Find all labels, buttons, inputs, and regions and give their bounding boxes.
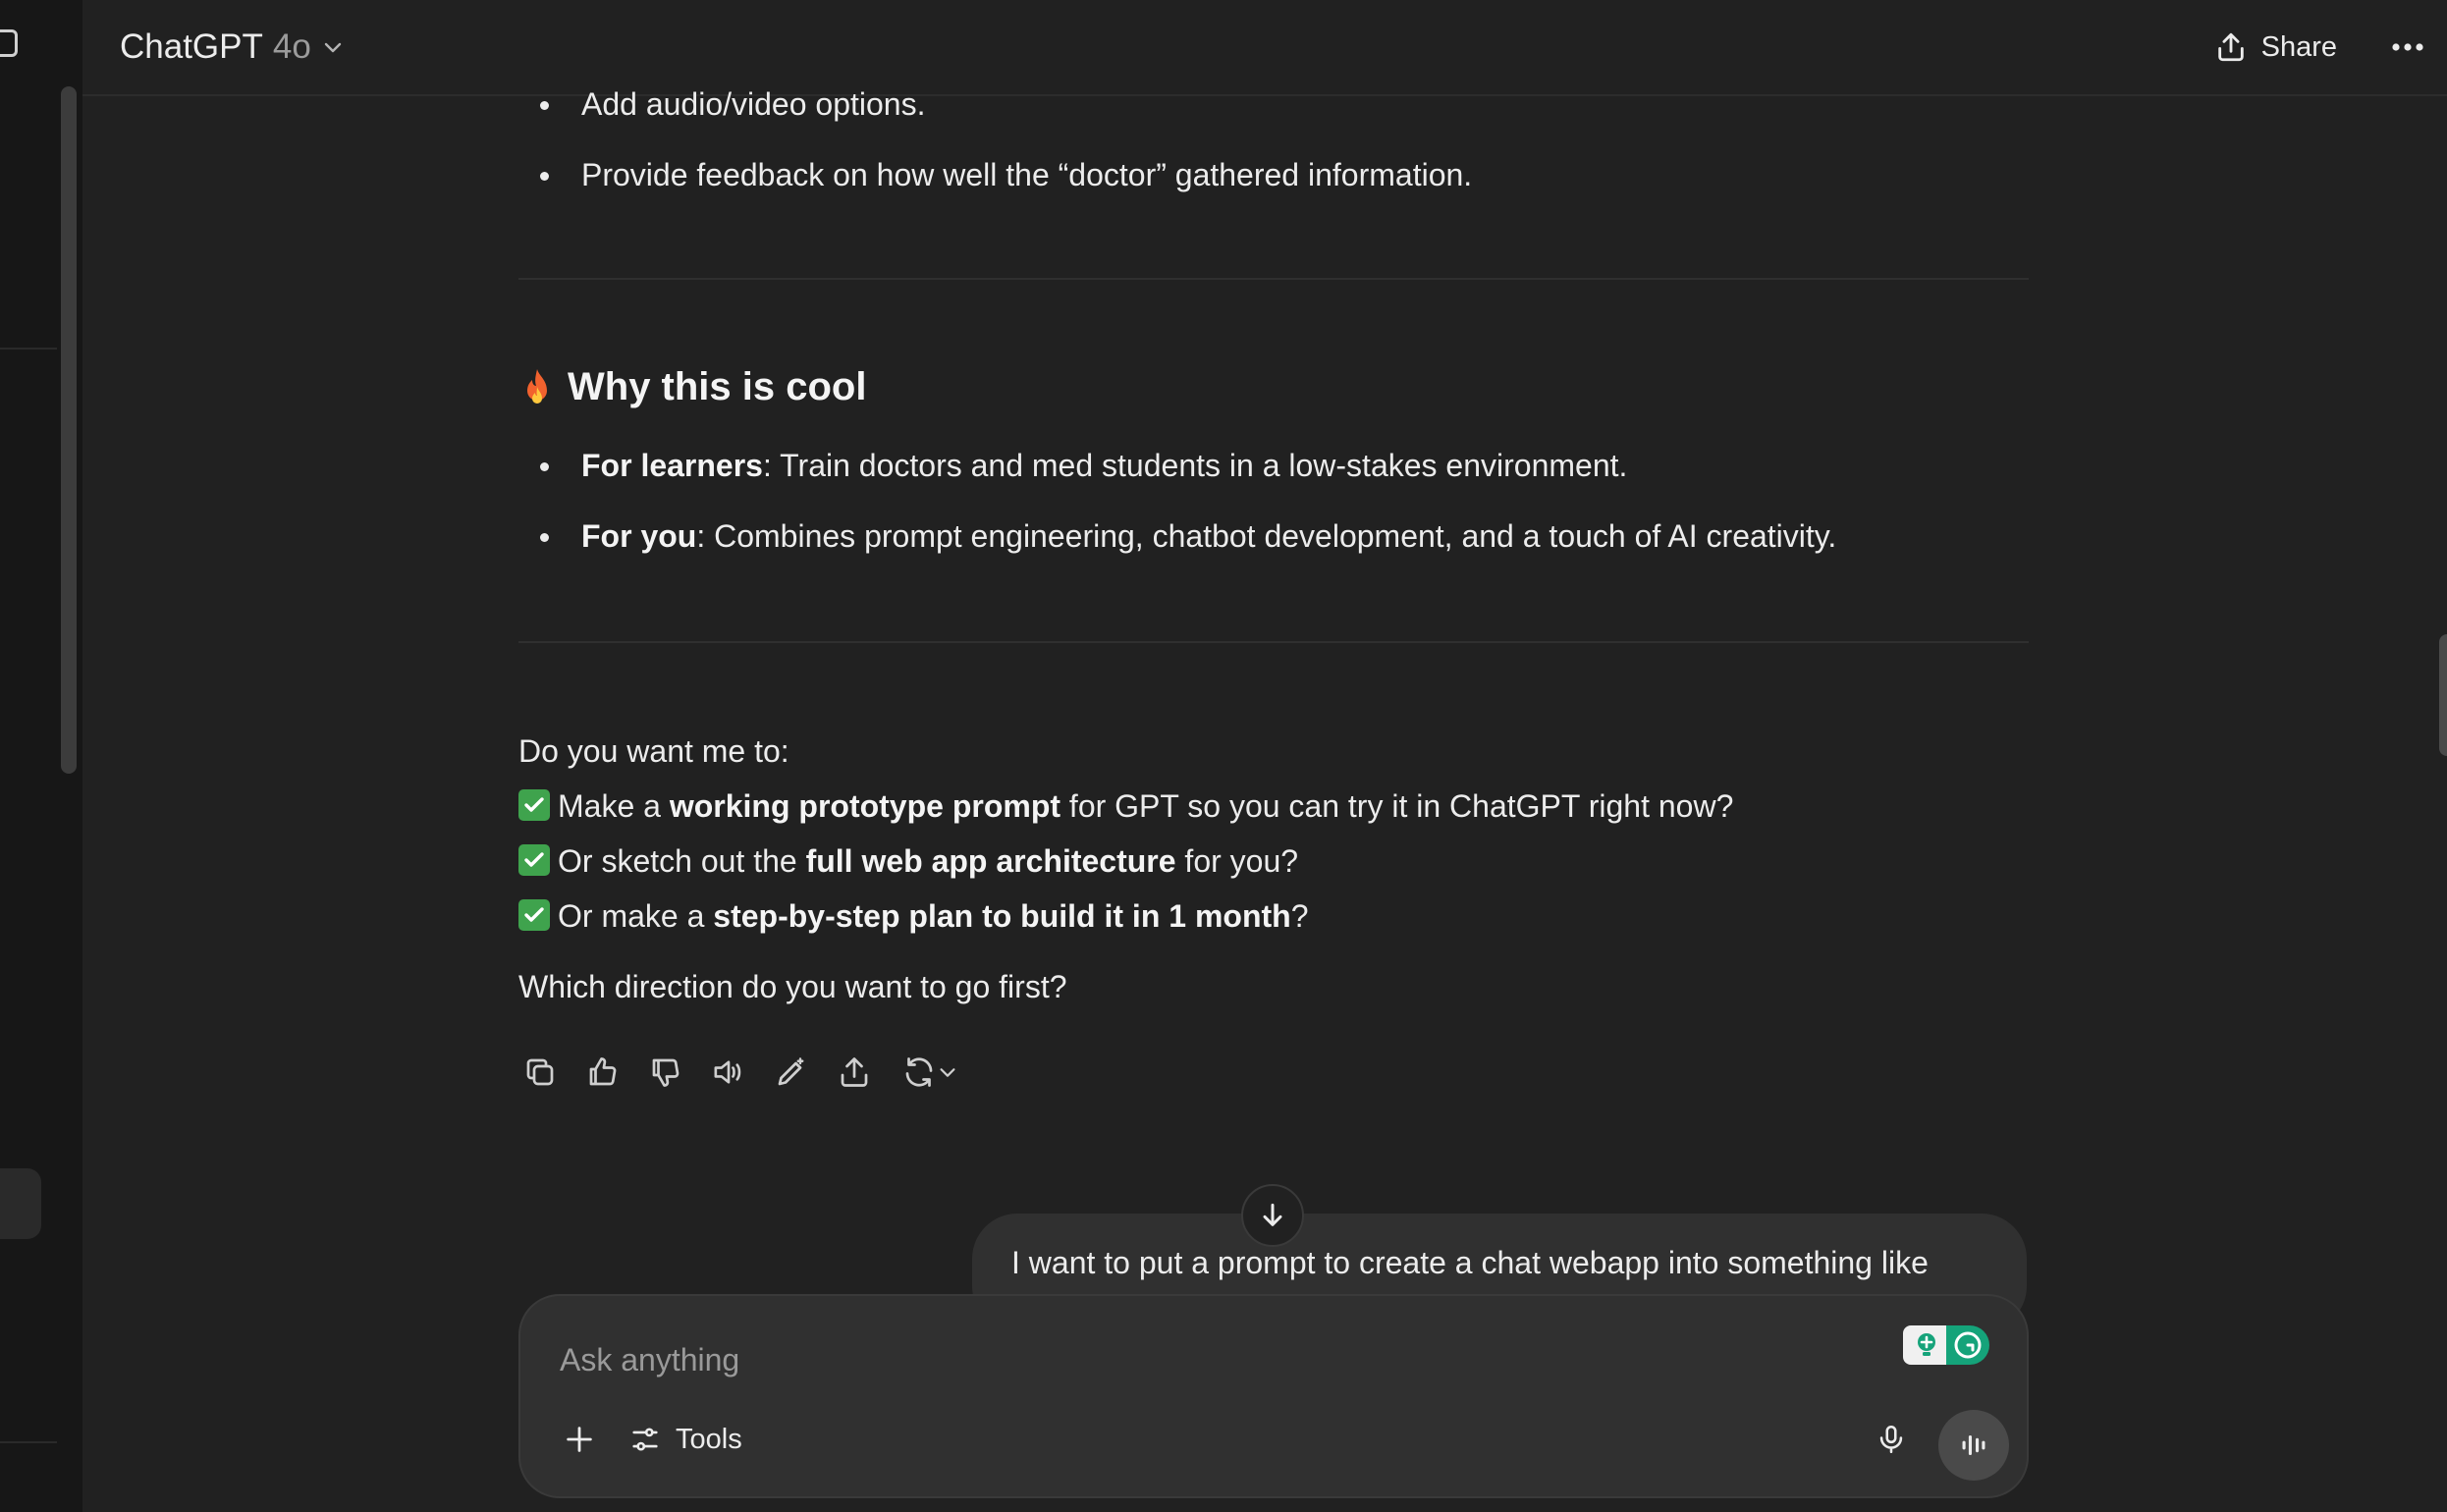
sidebar-active-item[interactable] <box>0 1168 41 1239</box>
thumbs-down-icon <box>652 1058 680 1087</box>
plus-icon <box>567 1427 592 1452</box>
list-item-bold: For you <box>581 518 697 554</box>
microphone-icon <box>1879 1425 1903 1454</box>
sidebar-divider <box>0 348 57 350</box>
sidebar-scrollbar[interactable] <box>61 86 77 774</box>
check-mark-icon <box>518 844 550 876</box>
cool-list: For learners: Train doctors and med stud… <box>518 444 1836 558</box>
option-bold: full web app architecture <box>805 843 1176 879</box>
divider <box>518 641 2029 643</box>
ellipsis-icon <box>2392 43 2423 51</box>
list-item-text: : Combines prompt engineering, chatbot d… <box>696 518 1837 554</box>
lightbulb-icon <box>1903 1325 1950 1365</box>
grammarly-icon <box>1946 1325 1989 1365</box>
grammarly-widget[interactable] <box>1903 1325 1989 1365</box>
arrow-down-icon <box>1263 1203 1282 1226</box>
share-icon <box>2217 32 2244 62</box>
share-label: Share <box>2260 30 2337 63</box>
copy-button[interactable] <box>518 1051 562 1094</box>
chatgpt-app: ChatGPT 4o Share Add audio/video options… <box>0 0 2447 1512</box>
thumbs-up-icon <box>589 1057 617 1086</box>
option-text: ? <box>1290 898 1309 934</box>
list-item: Add audio/video options. <box>518 82 1472 126</box>
tools-button[interactable]: Tools <box>619 1412 752 1467</box>
model-version: 4o <box>272 27 311 66</box>
scroll-to-bottom-button[interactable] <box>1241 1184 1304 1247</box>
divider <box>518 278 2029 280</box>
prompt-input[interactable] <box>560 1335 1836 1384</box>
question-intro: Do you want me to: <box>518 733 789 769</box>
option-text: for GPT so you can try it in ChatGPT rig… <box>1060 788 1734 824</box>
thumbs-down-button[interactable] <box>644 1051 687 1094</box>
option-bold: working prototype prompt <box>669 788 1061 824</box>
edit-in-canvas-button[interactable] <box>770 1051 813 1094</box>
header-actions: Share <box>2193 20 2447 75</box>
option-text: Or make a <box>558 898 714 934</box>
tools-label: Tools <box>676 1423 742 1455</box>
check-mark-icon <box>518 899 550 931</box>
list-item: Provide feedback on how well the “doctor… <box>518 153 1472 196</box>
waveform-icon <box>1962 1434 1985 1456</box>
chevron-down-icon <box>940 1068 955 1077</box>
model-name: ChatGPT <box>120 27 263 66</box>
sidebar <box>0 0 82 1512</box>
section-heading: Why this is cool <box>518 365 866 409</box>
option-line: Make a working prototype prompt for GPT … <box>518 784 1733 828</box>
share-message-button[interactable] <box>833 1051 876 1094</box>
dictate-button[interactable] <box>1864 1412 1919 1467</box>
check-mark-icon <box>518 789 550 821</box>
fire-icon <box>527 368 547 404</box>
section-heading-text: Why this is cool <box>568 365 867 408</box>
more-options-button[interactable] <box>2380 20 2435 75</box>
sidebar-toggle-icon[interactable] <box>0 29 18 57</box>
read-aloud-button[interactable] <box>707 1051 750 1094</box>
user-message-text: I want to put a prompt to create a chat … <box>1011 1245 1929 1280</box>
voice-mode-button[interactable] <box>1938 1410 2009 1481</box>
closing-question: Which direction do you want to go first? <box>518 969 1067 1004</box>
canvas-resize-handle[interactable] <box>2439 634 2447 756</box>
option-bold: step-by-step plan to build it in 1 month <box>713 898 1291 934</box>
pencil-sparkle-icon <box>778 1057 804 1086</box>
sliders-icon <box>632 1428 658 1451</box>
option-text: Make a <box>558 788 670 824</box>
copy-icon <box>526 1058 554 1086</box>
list-item-text: : Train doctors and med students in a lo… <box>762 448 1628 483</box>
message-actions <box>518 1051 964 1094</box>
speaker-icon <box>714 1060 741 1084</box>
feature-list: Add audio/video options. Provide feedbac… <box>518 82 1472 196</box>
model-selector[interactable]: ChatGPT 4o <box>120 24 345 71</box>
refresh-icon <box>905 1057 933 1087</box>
share-button[interactable]: Share <box>2193 20 2359 75</box>
chevron-down-icon <box>324 42 342 53</box>
add-attachment-button[interactable] <box>552 1412 607 1467</box>
regenerate-button[interactable] <box>896 1051 964 1094</box>
list-item: For you: Combines prompt engineering, ch… <box>518 514 1836 558</box>
option-text: Or sketch out the <box>558 843 806 879</box>
list-item: For learners: Train doctors and med stud… <box>518 444 1836 487</box>
option-line: Or make a step-by-step plan to build it … <box>518 894 1308 938</box>
composer: Tools <box>518 1294 2029 1498</box>
list-item-bold: For learners <box>581 448 763 483</box>
thumbs-up-button[interactable] <box>581 1051 625 1094</box>
option-text: for you? <box>1175 843 1299 879</box>
sidebar-divider <box>0 1441 57 1443</box>
option-line: Or sketch out the full web app architect… <box>518 839 1298 883</box>
share-icon <box>841 1057 868 1087</box>
